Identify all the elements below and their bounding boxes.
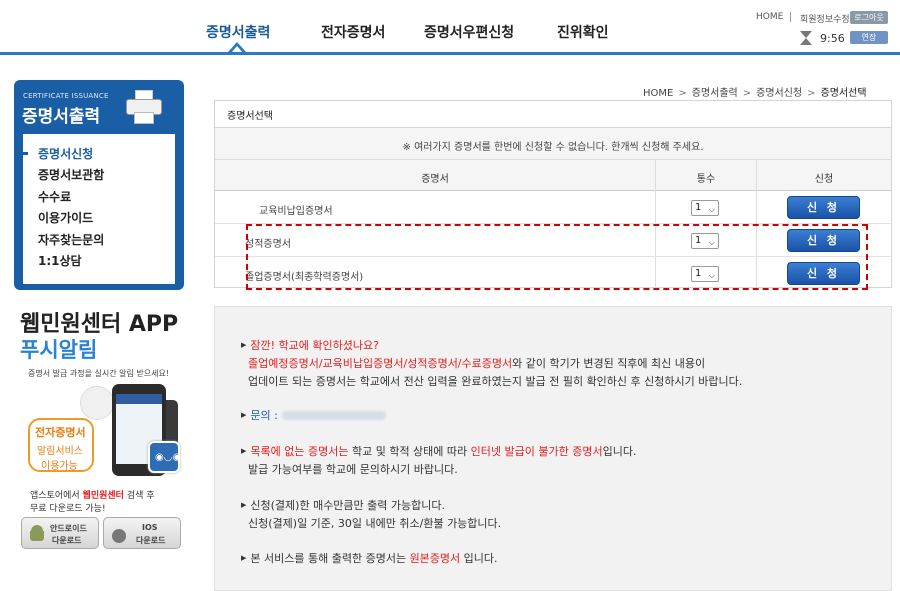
breadcrumb: HOME > 증명서출력 > 증명서신청 > 증명서선택 [643, 88, 867, 99]
global-nav: 증명서출력 전자증명서 증명서우편신청 진위확인 [0, 22, 900, 42]
app-promo-subtitle: 푸시알림 [20, 338, 98, 362]
sidebar-menu: 증명서신청 증명서보관함 수수료 이용가이드 자주찾는문의 1:1상담 [23, 134, 175, 284]
sidebar-item-consult[interactable]: 1:1상담 [38, 252, 82, 269]
app-promo-desc: 증명서 발급 과정을 실시간 알림 받으세요! [28, 369, 170, 378]
table-header: 증명서 통수 신청 [215, 160, 891, 191]
callout-line1: 전자증명서 [35, 426, 86, 439]
util-home-link[interactable]: HOME [756, 12, 783, 22]
store-search-text: 앱스토어에서 웹민원센터 검색 후 [30, 491, 155, 501]
ios-download-button[interactable]: IOS 다운로드 [103, 517, 181, 549]
table-row: 교육비납입증명서 1 ⌵ 신 청 [215, 191, 891, 224]
header-rule [0, 52, 900, 55]
col-header-apply: 신청 [814, 174, 834, 185]
info-original-line: 본 서비스를 통해 출력한 증명서는 원본증명서 입니다. [241, 550, 497, 566]
info-contact: 문의 : [241, 407, 386, 423]
info-refund-line1: 신청(결제)한 매수만큼만 출력 가능합니다. [241, 497, 445, 513]
util-divider [790, 12, 791, 22]
sidebar-item-cert-storage[interactable]: 증명서보관함 [38, 166, 104, 183]
breadcrumb-cert-print[interactable]: 증명서출력 [692, 88, 738, 99]
util-edit-profile-link[interactable]: 회원정보수정 [800, 12, 850, 25]
breadcrumb-cert-request[interactable]: 증명서신청 [756, 88, 802, 99]
session-timer: 9:56 [820, 32, 845, 45]
sidebar-item-cert-request[interactable]: 증명서신청 [38, 145, 93, 162]
cert-name: 교육비납입증명서 [259, 206, 333, 217]
hourglass-icon [800, 30, 812, 46]
app-logo-icon: ◉◡◉ [148, 441, 181, 473]
panel-title: 증명서선택 [227, 111, 273, 122]
logout-button[interactable]: 로그아웃 [850, 11, 888, 24]
panel-header: 증명서선택 [215, 101, 891, 128]
android-download-button[interactable]: 안드로이드 다운로드 [21, 517, 99, 549]
notice-row: ※ 여러가지 증명서를 한번에 신청할 수 없습니다. 한개씩 신청해 주세요. [215, 128, 891, 160]
printer-icon [126, 90, 162, 126]
android-icon [28, 525, 46, 543]
col-header-name: 증명서 [421, 174, 449, 185]
gnb-mail-request[interactable]: 증명서우편신청 [424, 22, 514, 42]
info-check-title: 잠깐! 학교에 확인하셨나요? [241, 337, 379, 353]
store-free-text: 무료 다운로드 가능! [30, 504, 106, 514]
sidebar-item-fees[interactable]: 수수료 [38, 188, 71, 205]
sidebar-item-faq[interactable]: 자주찾는문의 [38, 231, 104, 248]
chevron-down-icon: ⌵ [708, 205, 715, 214]
qty-select[interactable]: 1 ⌵ [691, 200, 719, 216]
gnb-cert-print[interactable]: 증명서출력 [206, 22, 270, 42]
gnb-e-cert[interactable]: 전자증명서 [321, 22, 385, 42]
gnb-authenticity[interactable]: 진위확인 [557, 22, 609, 42]
sidebar-item-guide[interactable]: 이용가이드 [38, 209, 93, 226]
callout-line3: 이용가능 [41, 461, 78, 472]
extend-session-button[interactable]: 연장 [850, 31, 888, 44]
active-menu-marker [14, 152, 28, 155]
bell-icon [80, 386, 114, 420]
breadcrumb-current: 증명서선택 [820, 88, 867, 99]
active-tab-caret [228, 42, 246, 53]
notice-text: ※ 여러가지 증명서를 한번에 신청할 수 없습니다. 한개씩 신청해 주세요. [402, 142, 704, 153]
blurred-contact [281, 411, 386, 420]
info-panel: 잠깐! 학교에 확인하셨나요? 졸업예정증명서/교육비납입증명서/성적증명서/수… [214, 306, 892, 591]
apply-button[interactable]: 신 청 [787, 196, 860, 219]
apple-icon [110, 525, 128, 543]
sidebar-title: 증명서출력 [22, 107, 101, 127]
breadcrumb-home[interactable]: HOME [643, 88, 673, 99]
sidebar-eng-title: CERTIFICATE ISSUANCE [23, 92, 109, 100]
info-unlisted-line2: 발급 가능여부를 학교에 문의하시기 바랍니다. [248, 463, 458, 476]
info-check-line3: 업데이트 되는 증명서는 학교에서 전산 입력을 완료하였는지 발급 전 필히 … [248, 375, 743, 388]
highlight-box [246, 224, 868, 290]
info-check-line2: 졸업예정증명서/교육비납입증명서/성적증명서/수료증명서와 같이 학기가 변경된… [248, 357, 706, 370]
info-refund-line2: 신청(결제)일 기준, 30일 내에만 취소/환불 가능합니다. [248, 517, 502, 530]
callout-line2: 알림서비스 [37, 446, 83, 457]
col-header-qty: 통수 [696, 174, 716, 185]
info-unlisted-line1: 목록에 없는 증명서는 학교 및 학적 상태에 따라 인터넷 발급이 불가한 증… [241, 443, 636, 459]
top-header: 증명서출력 전자증명서 증명서우편신청 진위확인 HOME 회원정보수정 로그아… [0, 0, 900, 56]
